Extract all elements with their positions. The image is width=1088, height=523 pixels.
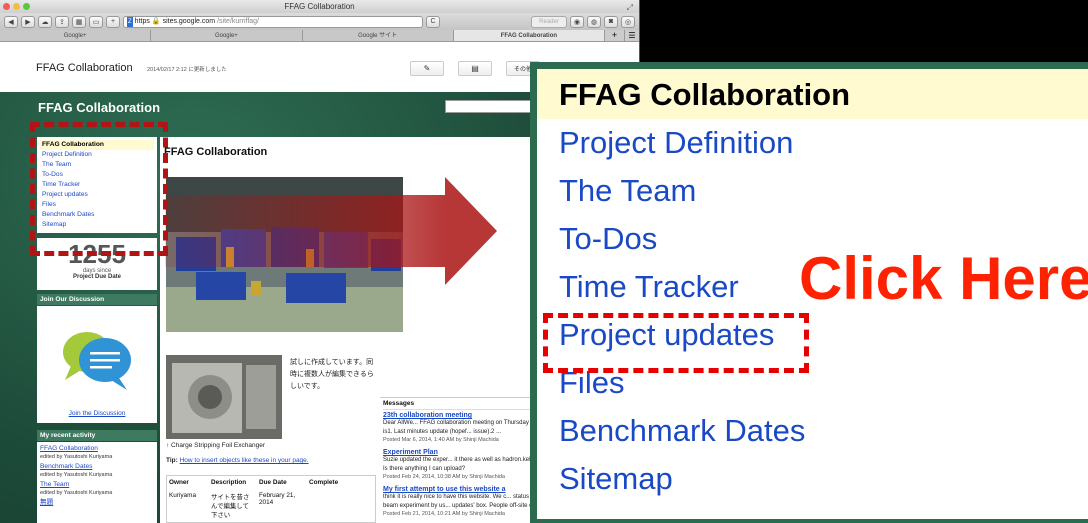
lock-icon: 🔒 <box>151 17 161 25</box>
activity-editor: edited by Yasutoshi Kuriyama <box>40 490 113 496</box>
edit-page-button[interactable]: ✎ <box>410 61 444 76</box>
todo-table: Owner Description Due Date Complete Kuri… <box>166 475 376 523</box>
tab-google-plus-1[interactable]: Google+ <box>0 30 152 41</box>
share-icon[interactable]: ⇪ <box>55 15 69 28</box>
site-title[interactable]: FFAG Collaboration <box>36 62 133 74</box>
nav-highlight-box <box>30 122 168 256</box>
countdown-target: Project Due Date <box>72 274 121 280</box>
new-tab-button[interactable]: + <box>605 30 625 41</box>
activity-link[interactable]: The Team <box>40 481 154 489</box>
tab-google-plus-2[interactable]: Google+ <box>151 30 303 41</box>
activity-link[interactable]: FFAG Collaboration <box>40 445 154 453</box>
tip-link[interactable]: How to insert objects like these in your… <box>180 457 309 464</box>
title-bar: FFAG Collaboration ⤢ <box>0 0 639 13</box>
cloud-icon[interactable]: ☁ <box>38 15 52 28</box>
fullscreen-icon[interactable]: ⤢ <box>627 1 633 14</box>
discussion-heading: Join Our Discussion <box>37 294 157 305</box>
table-cell <box>307 489 367 522</box>
extension-icon-2[interactable]: ◍ <box>587 15 601 28</box>
discussion-widget: Join the Discussion <box>37 306 157 423</box>
tab-google-sites[interactable]: Google サイト <box>302 30 454 41</box>
address-bar[interactable]: Z https 🔒 sites.google.com/site/kurriffa… <box>123 15 423 28</box>
column-header[interactable]: Description <box>209 476 257 489</box>
click-here-callout: Click Here <box>799 245 1088 312</box>
url-host: sites.google.com <box>162 17 216 25</box>
activity-heading: My recent activity <box>37 430 157 441</box>
table-cell: サイトを昔さんで編集して下さい <box>211 494 250 519</box>
back-button[interactable]: ◀ <box>4 15 18 28</box>
note-text: 試しに作成しています。同時に複数人が編集できるらしいです。 <box>290 359 374 390</box>
minimize-window-button[interactable] <box>13 3 20 10</box>
recent-activity-widget: FFAG Collaboration edited by Yasutoshi K… <box>37 442 157 523</box>
join-discussion-link[interactable]: Join the Discussion <box>37 410 157 417</box>
tab-overview-icon[interactable]: ☰ <box>625 30 639 41</box>
browser-toolbar: ◀ ▶ ☁ ⇪ ▦ ▭ + Z https 🔒 sites.google.com… <box>0 13 639 30</box>
reload-icon[interactable]: C <box>426 15 440 28</box>
tab-bar: Google+ Google+ Google サイト FFAG Collabor… <box>0 30 639 42</box>
tab-ffag-collaboration[interactable]: FFAG Collaboration <box>453 30 605 41</box>
extension-icon-1[interactable]: ◉ <box>570 15 584 28</box>
zoom-nav-ffag-collaboration[interactable]: FFAG Collaboration <box>537 69 1088 119</box>
tip-line: Tip: How to insert objects like these in… <box>166 457 309 464</box>
callout-arrow-head <box>445 177 497 285</box>
forward-button[interactable]: ▶ <box>21 15 35 28</box>
extension-icon-3[interactable]: ◙ <box>604 15 618 28</box>
table-row: Kuriyama サイトを昔さんで編集して下さい February 21, 20… <box>167 489 375 522</box>
zoom-nav-the-team[interactable]: The Team <box>537 167 1088 215</box>
table-header: Owner Description Due Date Complete <box>167 476 375 489</box>
window-title: FFAG Collaboration <box>284 2 355 11</box>
add-icon[interactable]: + <box>106 15 120 28</box>
table-cell: February 21, 2014 <box>259 492 296 506</box>
reader-button[interactable]: Reader <box>531 15 567 28</box>
extension-icon-4[interactable]: ◎ <box>621 15 635 28</box>
table-cell: Kuriyama <box>169 492 196 499</box>
window-controls <box>3 3 30 10</box>
zoom-nav-sitemap[interactable]: Sitemap <box>537 455 1088 503</box>
photo-caption: ↑ Charge Stripping Foil Exchanger <box>166 442 265 449</box>
activity-editor: edited by Yasutoshi Kuriyama <box>40 454 113 460</box>
zoomed-nav-panel: FFAG Collaboration Project Definition Th… <box>530 62 1088 523</box>
url-scheme: https <box>134 17 150 25</box>
page-title: FFAG Collaboration <box>164 146 268 158</box>
site-search-input[interactable] <box>445 100 535 113</box>
zoom-window-button[interactable] <box>23 3 30 10</box>
chat-bubbles-icon[interactable] <box>57 318 137 398</box>
url-path: /site/kurriffag/ <box>217 17 259 25</box>
top-sites-icon[interactable]: ▦ <box>72 15 86 28</box>
activity-link[interactable]: 無題 <box>40 499 154 507</box>
tip-label: Tip: <box>166 457 178 464</box>
z-extension-icon: Z <box>127 16 133 27</box>
zoom-nav-benchmark-dates[interactable]: Benchmark Dates <box>537 407 1088 455</box>
banner-title[interactable]: FFAG Collaboration <box>38 100 160 115</box>
activity-link[interactable]: Benchmark Dates <box>40 463 154 471</box>
screenshot-stage: FFAG Collaboration ⤢ ◀ ▶ ☁ ⇪ ▦ ▭ + Z htt… <box>0 0 1088 523</box>
new-page-button[interactable]: ▤ <box>458 61 492 76</box>
column-header[interactable]: Due Date <box>257 476 307 489</box>
column-header[interactable]: Complete <box>307 476 367 489</box>
last-updated: 2014/02/17 2:12 に更新しました <box>147 67 227 73</box>
activity-editor: edited by Yasutoshi Kuriyama <box>40 472 113 478</box>
foil-exchanger-photo <box>166 355 282 439</box>
close-window-button[interactable] <box>3 3 10 10</box>
bookmarks-icon[interactable]: ▭ <box>89 15 103 28</box>
zoomed-nav-list: FFAG Collaboration Project Definition Th… <box>537 69 1088 519</box>
zoom-nav-project-definition[interactable]: Project Definition <box>537 119 1088 167</box>
project-updates-highlight <box>543 313 809 373</box>
callout-arrow-band <box>165 195 445 267</box>
column-header[interactable]: Owner <box>167 476 209 489</box>
